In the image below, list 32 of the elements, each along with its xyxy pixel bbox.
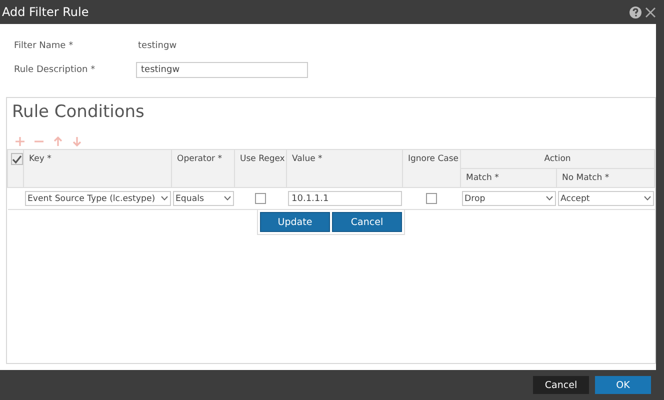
input-field[interactable]: testingw <box>136 62 308 78</box>
close-icon[interactable] <box>645 6 656 18</box>
no-match-dropdown[interactable]: Accept <box>558 191 654 206</box>
column-header: No Match * <box>562 173 610 183</box>
chevron-down-icon <box>644 196 650 201</box>
checkbox[interactable] <box>255 193 266 204</box>
panel-title: Rule Conditions <box>11 101 146 124</box>
key-dropdown[interactable]: Event Source Type (lc.estype) <box>24 191 170 206</box>
cancel-button[interactable]: Cancel <box>533 376 589 394</box>
column-header: Match * <box>466 173 499 183</box>
ok-button[interactable]: OK <box>595 376 651 394</box>
column-header: Ignore Case <box>408 154 459 164</box>
field-label: Filter Name * <box>14 41 74 51</box>
help-icon[interactable] <box>629 6 642 18</box>
editor-button[interactable]: Update <box>260 212 330 232</box>
column-header: Key * <box>29 154 52 164</box>
column-header: Use Regex <box>240 154 285 164</box>
value-field[interactable]: 10.1.1.1 <box>288 191 402 206</box>
match-dropdown[interactable]: Drop <box>462 191 556 206</box>
column-header: Value * <box>292 154 322 164</box>
chevron-down-icon <box>546 196 552 201</box>
column-header: Action <box>544 154 571 164</box>
operator-dropdown[interactable]: Equals <box>172 191 234 206</box>
field-value: testingw <box>137 41 177 51</box>
column-header: Operator * <box>177 154 222 164</box>
field-label: Rule Description * <box>14 65 96 75</box>
checkbox[interactable] <box>426 193 437 204</box>
window-title: Add Filter Rule <box>2 5 90 19</box>
editor-button[interactable]: Cancel <box>332 212 402 232</box>
select-all-checkbox[interactable] <box>11 153 23 165</box>
chevron-down-icon <box>224 196 230 201</box>
chevron-down-icon <box>160 196 168 201</box>
